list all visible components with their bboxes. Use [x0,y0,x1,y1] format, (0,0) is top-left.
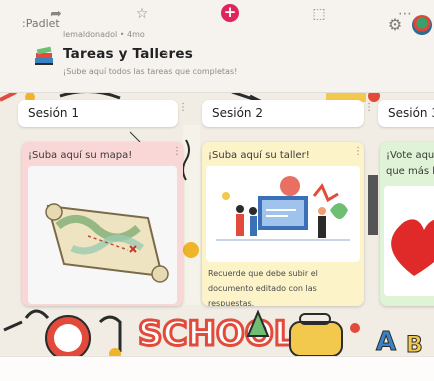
heart-icon [391,219,434,276]
board-title[interactable]: Tareas y Talleres [63,46,193,62]
section-title: Sesión 1 [28,106,79,120]
post-attachment-image[interactable] [28,166,177,304]
avatar[interactable] [412,15,432,35]
frame-icon[interactable]: ⬚ [310,6,328,22]
add-post-button[interactable]: + [221,4,239,22]
section-header-3[interactable]: Sesión 3 [378,100,434,127]
board-subtitle: ¡Sube aquí todos las tareas que completa… [63,67,238,76]
svg-text:B: B [406,333,423,358]
post-title: ¡Suba aquí su taller! [208,150,310,161]
svg-text:SCHOOL: SCHOOL [138,314,295,354]
post-attachment-image[interactable] [384,186,434,296]
post-description: Recuerde que debe subir el documento edi… [208,269,318,306]
section-menu-icon[interactable]: ⋮ [178,102,188,113]
board-author: lemaldonadol • 4mo [63,30,145,39]
section-menu-icon[interactable]: ⋮ [364,102,374,113]
post-title-line1: ¡Vote aquí [386,150,434,161]
post-card-map[interactable]: ¡Suba aquí su mapa! ⋮ [22,142,183,306]
more-icon[interactable]: ⋯ [396,6,414,22]
star-icon[interactable]: ☆ [133,6,151,22]
treasure-map-icon [45,203,169,283]
post-card-workshop[interactable]: ¡Suba aquí su taller! ⋮ Recuerde que deb… [202,142,364,306]
post-menu-icon[interactable]: ⋮ [172,146,182,157]
classroom-illustration-icon [216,176,350,241]
post-attachment-image[interactable] [206,166,360,262]
post-menu-icon[interactable]: ⋮ [353,146,363,157]
section-title: Sesión 3 [388,106,434,120]
share-icon[interactable]: ➦ [47,6,65,22]
post-title-line2: que más l [386,166,434,177]
section-header-2[interactable]: Sesión 2 [202,100,364,127]
bottom-toolbar [0,356,434,381]
section-title: Sesión 2 [212,106,263,120]
chevron-right-icon[interactable]: › [164,47,169,61]
svg-text:A: A [376,327,396,357]
section-header-1[interactable]: Sesión 1 [18,100,178,127]
post-title: ¡Suba aquí su mapa! [28,150,133,161]
books-icon [35,46,53,65]
post-card-vote[interactable]: ¡Vote aquí que más l [380,142,434,306]
